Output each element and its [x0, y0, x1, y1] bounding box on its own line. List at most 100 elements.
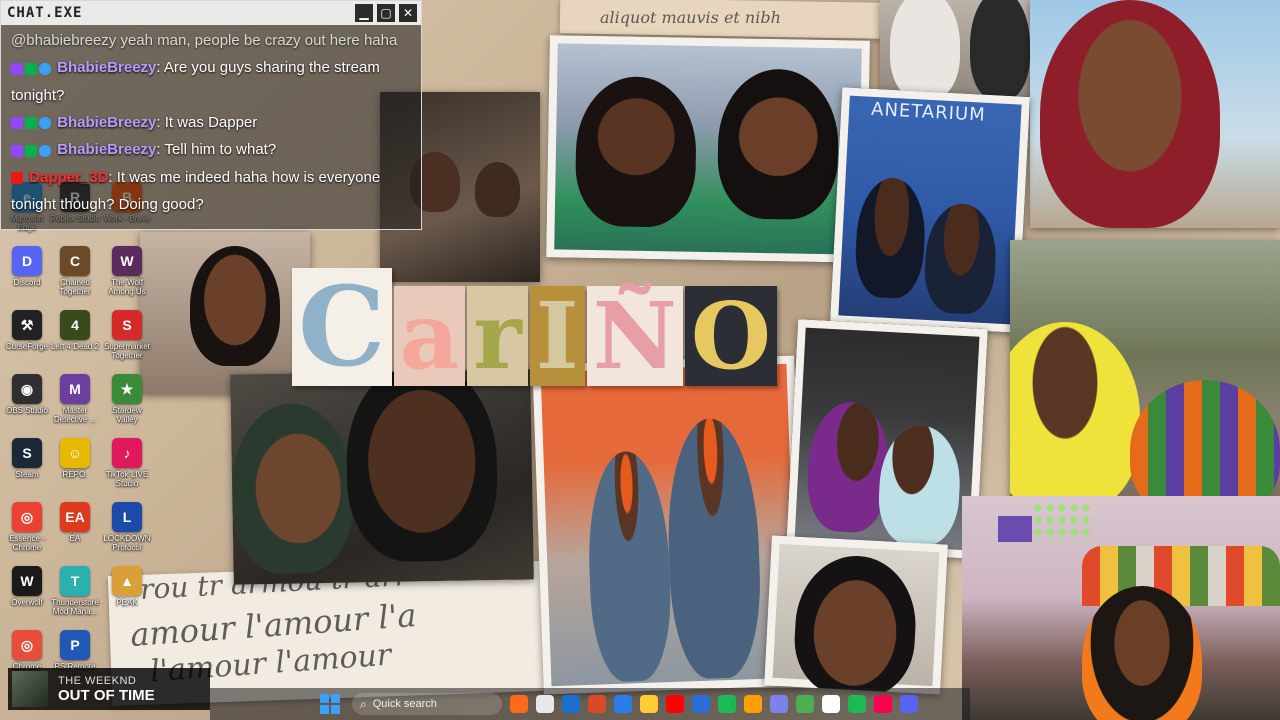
desktop-icon-label: Discord — [13, 278, 41, 287]
now-playing-artist: THE WEEKND — [58, 674, 137, 687]
chat-badges — [11, 164, 25, 191]
desktop-icon[interactable]: S Supermarket Together — [102, 310, 152, 360]
taskbar-app-icon[interactable] — [614, 695, 632, 713]
desktop-icon-label: TikTok LIVE Studio — [105, 470, 149, 488]
title-letter: Ñ — [586, 286, 683, 386]
taskbar-app-icon[interactable] — [562, 695, 580, 713]
taskbar-app-icon[interactable] — [536, 695, 554, 713]
app-icon: S — [12, 438, 42, 468]
chat-message: Dapper_3D: It was me indeed haha how is … — [11, 164, 415, 219]
taskbar-app-icon[interactable] — [848, 695, 866, 713]
photo-couple-top — [546, 35, 870, 263]
app-icon: ★ — [112, 374, 142, 404]
desktop-icon[interactable]: C Chained Together — [50, 246, 100, 296]
string-lights — [1032, 502, 1092, 542]
taskbar-app-icon[interactable] — [796, 695, 814, 713]
desktop-icon[interactable]: W Overwolf — [2, 566, 52, 607]
taskbar-app-icon[interactable] — [822, 695, 840, 713]
desktop-icon-label: Thunderstore Mod Mana... — [51, 598, 99, 616]
chat-message: BhabieBreezy: Tell him to what? — [11, 136, 415, 164]
photo-ring-selfie — [140, 232, 310, 394]
desktop-icon-label: Chained Together — [59, 278, 91, 296]
title-letter: C — [292, 268, 392, 386]
chat-username[interactable]: Dapper_3D — [29, 169, 108, 186]
desktop-icon-label: The Wolf Among Us — [108, 278, 146, 296]
taskbar-app-icon[interactable] — [588, 695, 606, 713]
app-icon: ⚒ — [12, 310, 42, 340]
chat-window-controls: ▁ ▢ ✕ — [355, 4, 417, 22]
chat-window[interactable]: CHAT.EXE ▁ ▢ ✕ @bhabiebreezy yeah man, p… — [0, 0, 422, 230]
search-box[interactable]: ⌕ Quick search — [352, 693, 502, 715]
chat-badges — [11, 137, 53, 164]
desktop-icon-label: Supermarket Together — [104, 342, 150, 360]
twitch-badge-icon — [11, 62, 23, 75]
chat-message: BhabieBreezy: It was Dapper — [11, 109, 415, 137]
broadcaster-badge-icon — [11, 172, 23, 185]
chat-message: BhabieBreezy: Are you guys sharing the s… — [11, 54, 415, 109]
windows-start-icon[interactable] — [320, 694, 340, 714]
desktop-icon[interactable]: EA EA — [50, 502, 100, 543]
chat-message-text: : It was Dapper — [156, 113, 258, 131]
desktop-icon[interactable]: T Thunderstore Mod Mana... — [50, 566, 100, 616]
chat-username[interactable]: BhabieBreezy — [57, 59, 156, 76]
desktop-icon-label: Master Detective ... — [53, 406, 97, 424]
taskbar-app-icon[interactable] — [510, 695, 528, 713]
taskbar-app-icon[interactable] — [640, 695, 658, 713]
desktop-icon-label: Left 4 Dead 2 — [50, 342, 100, 351]
app-icon: L — [112, 502, 142, 532]
photo-bottom-face — [764, 535, 948, 695]
close-icon[interactable]: ✕ — [399, 4, 417, 22]
app-icon: P — [60, 630, 90, 660]
chat-username[interactable]: BhabieBreezy — [57, 141, 156, 158]
app-icon: ◎ — [12, 502, 42, 532]
desktop-icon[interactable]: W The Wolf Among Us — [102, 246, 152, 296]
desktop-icon[interactable]: ◎ Essence - Chrome — [2, 502, 52, 552]
photo-selfie-hood — [1030, 0, 1280, 228]
chat-titlebar[interactable]: CHAT.EXE ▁ ▢ ✕ — [1, 1, 421, 25]
desktop-icon-label: LOCKDOWN Protocol — [103, 534, 151, 552]
webcam-overlay — [962, 496, 1280, 720]
title-letter: a — [393, 286, 466, 386]
minimize-icon[interactable]: ▁ — [355, 4, 373, 22]
desktop-icon-label: OBS Studio — [6, 406, 48, 415]
chat-message-text: @bhabiebreezy yeah man, people be crazy … — [11, 32, 398, 49]
desktop-icon-label: Essence - Chrome — [9, 534, 45, 552]
taskbar-app-icon[interactable] — [900, 695, 918, 713]
app-icon: W — [112, 246, 142, 276]
chat-message-text: : Tell him to what? — [156, 141, 277, 159]
chat-username[interactable]: BhabieBreezy — [57, 114, 156, 131]
desktop-icon[interactable]: 4 Left 4 Dead 2 — [50, 310, 100, 351]
desktop-icon[interactable]: ◉ OBS Studio — [2, 374, 52, 415]
chat-message: @bhabiebreezy yeah man, people be crazy … — [11, 27, 415, 54]
verified-badge-icon — [39, 117, 51, 130]
app-icon: C — [60, 246, 90, 276]
desktop-icon[interactable]: ☺ REPO. — [50, 438, 100, 479]
desktop-icon[interactable]: ★ Stardew Valley — [102, 374, 152, 424]
desktop-icon[interactable]: L LOCKDOWN Protocol — [102, 502, 152, 552]
desktop-icon[interactable]: D Discord — [2, 246, 52, 287]
taskbar-app-icon[interactable] — [770, 695, 788, 713]
taskbar-app-icon[interactable] — [718, 695, 736, 713]
app-icon: ▲ — [112, 566, 142, 596]
app-icon: EA — [60, 502, 90, 532]
photo-closeup-couple — [230, 369, 534, 585]
taskbar-app-icon[interactable] — [692, 695, 710, 713]
twitch-badge-icon — [11, 144, 23, 157]
taskbar-apps — [510, 695, 918, 713]
app-icon: M — [60, 374, 90, 404]
taskbar-app-icon[interactable] — [874, 695, 892, 713]
taskbar-app-icon[interactable] — [744, 695, 762, 713]
collage-title: C a r I Ñ O — [292, 268, 777, 386]
desktop-icon[interactable]: ▲ PEAK — [102, 566, 152, 607]
desktop-icon[interactable]: ⚒ CurseForge — [2, 310, 52, 351]
desktop-icon[interactable]: S Steam — [2, 438, 52, 479]
desktop-icon[interactable]: ♪ TikTok LIVE Studio — [102, 438, 152, 488]
search-icon: ⌕ — [360, 696, 367, 711]
chat-messages: @bhabiebreezy yeah man, people be crazy … — [1, 25, 421, 218]
title-letter: r — [467, 286, 528, 386]
taskbar-app-icon[interactable] — [666, 695, 684, 713]
maximize-icon[interactable]: ▢ — [377, 4, 395, 22]
chat-title: CHAT.EXE — [7, 5, 83, 21]
streamer — [1082, 586, 1202, 720]
desktop-icon[interactable]: M Master Detective ... — [50, 374, 100, 424]
